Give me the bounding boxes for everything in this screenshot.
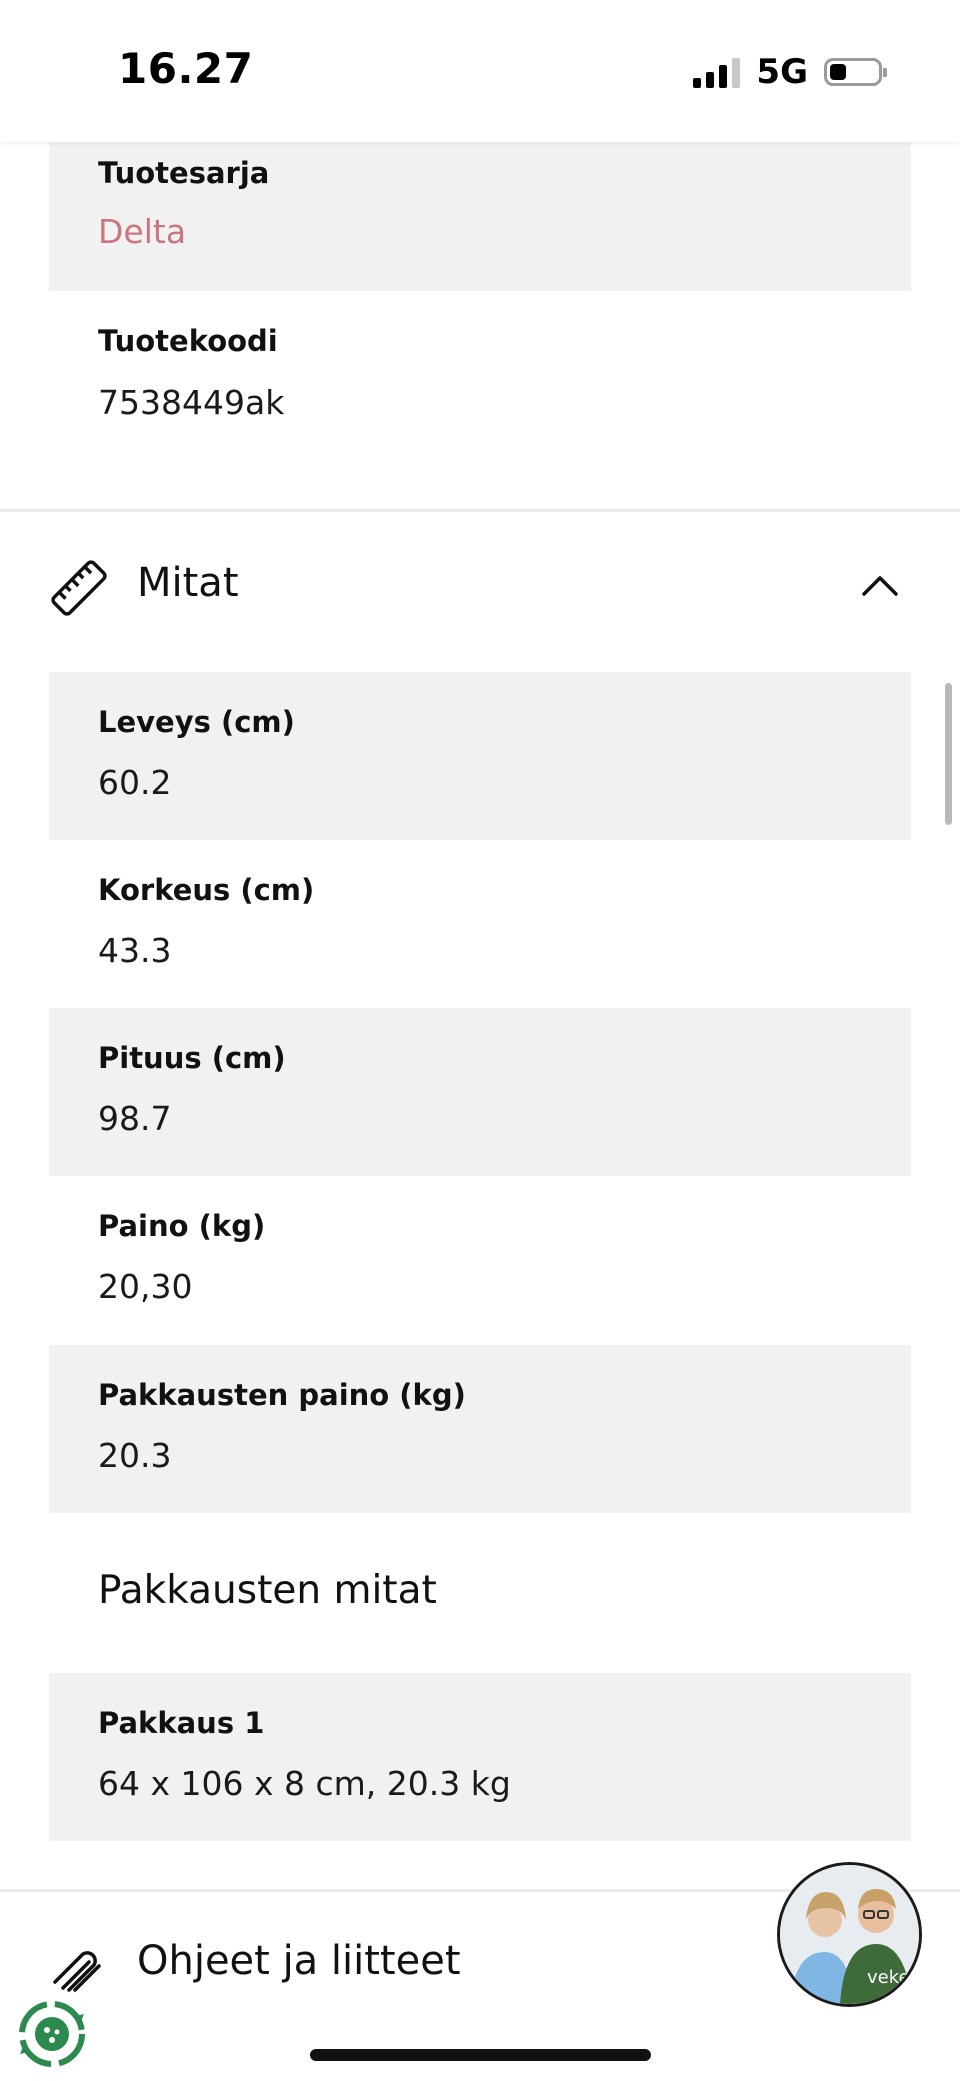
field-label: Pakkaus 1 (98, 1706, 265, 1740)
eco-recycle-icon[interactable] (14, 1996, 90, 2072)
field-value: 20.3 (98, 1436, 172, 1475)
field-value: 60.2 (98, 763, 172, 802)
packages-subheading: Pakkausten mitat (98, 1568, 437, 1613)
status-bar: 16.27 5G (0, 0, 960, 142)
field-label: Pakkausten paino (kg) (98, 1378, 466, 1412)
field-width: Leveys (cm) 60.2 (49, 672, 911, 840)
field-product-code: Tuotekoodi 7538449ak (49, 291, 911, 441)
field-package-weight: Pakkausten paino (kg) 20.3 (49, 1345, 911, 1513)
section-title: Ohjeet ja liitteet (137, 1938, 461, 1984)
chevron-up-icon[interactable] (860, 566, 900, 606)
battery-icon (824, 58, 887, 86)
chat-avatar-button[interactable]: veke (777, 1862, 922, 2007)
field-label: Korkeus (cm) (98, 873, 315, 907)
field-product-series: Tuotesarja Delta (49, 142, 911, 291)
section-divider (0, 509, 960, 512)
network-type: 5G (756, 52, 808, 92)
status-icons: 5G (693, 52, 887, 92)
field-label: Pituus (cm) (98, 1041, 286, 1075)
field-weight: Paino (kg) 20,30 (49, 1176, 911, 1345)
status-time: 16.27 (118, 44, 254, 93)
signal-icon (693, 56, 741, 88)
field-value: 20,30 (98, 1267, 193, 1306)
field-package-1: Pakkaus 1 64 x 106 x 8 cm, 20.3 kg (49, 1673, 911, 1841)
field-length: Pituus (cm) 98.7 (49, 1008, 911, 1176)
field-label: Tuotesarja (98, 156, 270, 190)
field-value: 43.3 (98, 931, 172, 970)
field-height: Korkeus (cm) 43.3 (49, 840, 911, 1008)
field-value: 7538449ak (98, 383, 285, 422)
section-title: Mitat (137, 560, 239, 606)
home-indicator (310, 2049, 651, 2061)
ruler-icon (51, 560, 107, 616)
field-value: 64 x 106 x 8 cm, 20.3 kg (98, 1764, 511, 1803)
section-header-dimensions[interactable]: Mitat (0, 528, 960, 658)
product-series-link[interactable]: Delta (98, 212, 186, 251)
field-label: Leveys (cm) (98, 705, 295, 739)
field-label: Tuotekoodi (98, 324, 278, 358)
avatar: veke (780, 1865, 919, 2004)
field-value: 98.7 (98, 1099, 172, 1138)
attachment-icon (53, 1951, 101, 1992)
scrollbar[interactable] (945, 683, 952, 825)
field-label: Paino (kg) (98, 1209, 266, 1243)
